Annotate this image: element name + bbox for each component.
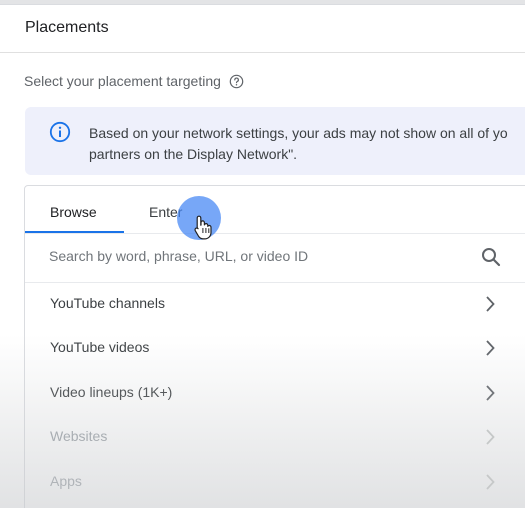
- hand-pointer-icon: [193, 214, 215, 240]
- chevron-right-icon: [482, 338, 498, 358]
- list-item-label: Video lineups (1K+): [50, 384, 173, 400]
- placement-browser-card: Browse Enter YouTube channels YouTube vi…: [24, 185, 525, 508]
- list-item-label: YouTube channels: [50, 295, 165, 311]
- info-banner-line-2: partners on the Display Network".: [89, 146, 298, 162]
- chevron-right-icon: [482, 383, 498, 403]
- info-icon: [49, 121, 71, 143]
- title-divider: [0, 52, 525, 53]
- help-circle-icon[interactable]: [229, 74, 244, 89]
- chevron-right-icon: [482, 427, 498, 447]
- active-tab-indicator: [25, 231, 124, 233]
- placements-panel: Placements Select your placement targeti…: [0, 4, 525, 508]
- search-icon[interactable]: [480, 246, 502, 268]
- search-input[interactable]: [49, 248, 469, 264]
- list-item-label: Websites: [50, 428, 108, 444]
- network-info-banner: Based on your network settings, your ads…: [25, 107, 525, 175]
- tab-browse[interactable]: Browse: [50, 204, 97, 220]
- list-item-label: YouTube videos: [50, 339, 150, 355]
- chevron-right-icon: [482, 294, 498, 314]
- list-item-youtube-videos[interactable]: YouTube videos: [25, 326, 525, 370]
- list-item-video-lineups[interactable]: Video lineups (1K+): [25, 371, 525, 415]
- info-banner-text: Based on your network settings, your ads…: [89, 123, 508, 165]
- placement-tabs: Browse Enter: [25, 186, 525, 234]
- placement-targeting-heading: Select your placement targeting: [24, 73, 244, 89]
- list-item-websites: Websites: [25, 415, 525, 459]
- search-row: [25, 234, 525, 283]
- placement-targeting-label: Select your placement targeting: [24, 73, 221, 89]
- list-item-youtube-channels[interactable]: YouTube channels: [25, 282, 525, 326]
- list-item-apps: Apps: [25, 460, 525, 504]
- panel-title: Placements: [25, 19, 109, 36]
- info-banner-line-1: Based on your network settings, your ads…: [89, 125, 508, 141]
- chevron-right-icon: [482, 472, 498, 492]
- list-item-label: Apps: [50, 473, 82, 489]
